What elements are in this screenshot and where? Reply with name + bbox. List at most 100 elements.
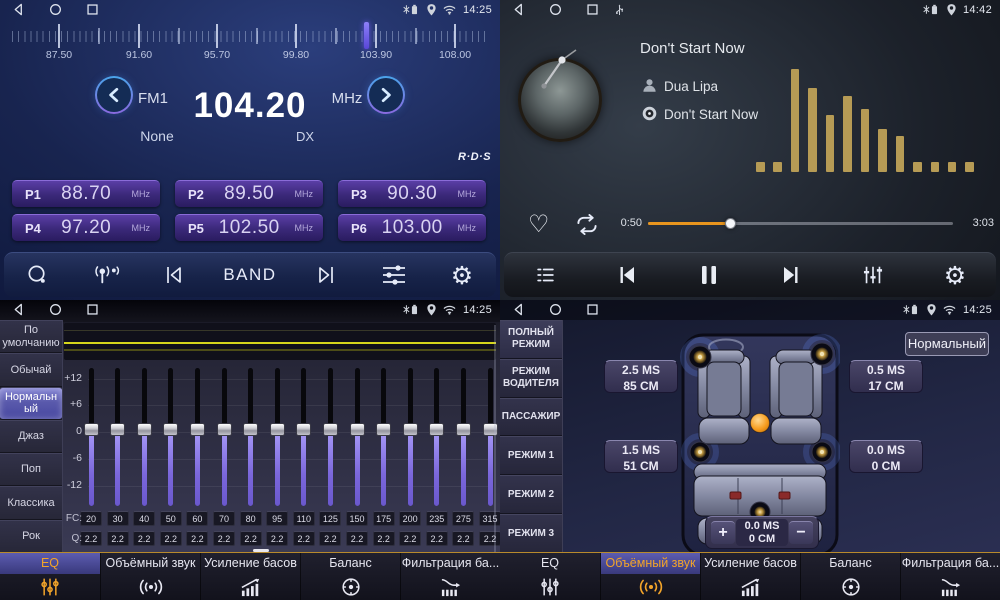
- slider-handle[interactable]: [163, 423, 178, 436]
- recents-button[interactable]: [586, 303, 599, 316]
- mode-2[interactable]: РЕЖИМ ВОДИТЕЛЯ: [500, 359, 562, 398]
- mode-1[interactable]: ПОЛНЫЙ РЕЖИМ: [500, 320, 562, 359]
- eq-band-slider-15[interactable]: [455, 366, 471, 508]
- decrease-delay-button[interactable]: −: [789, 521, 813, 544]
- slider-handle[interactable]: [217, 423, 232, 436]
- eq-band-slider-9[interactable]: [296, 366, 312, 508]
- radio-preset-P1[interactable]: P188.70MHz: [12, 180, 160, 207]
- settings-button[interactable]: ⚙: [937, 257, 973, 293]
- scan-button[interactable]: [20, 257, 56, 293]
- skip-next-icon: [779, 263, 803, 287]
- audio-settings-button[interactable]: [376, 257, 412, 293]
- tab-eq-sliders[interactable]: EQ: [500, 553, 600, 600]
- back-button[interactable]: [12, 3, 25, 16]
- delay-cm: 51 CM: [605, 458, 677, 474]
- back-button[interactable]: [512, 3, 525, 16]
- eq-sliders-icon: [861, 263, 885, 287]
- eq-band-slider-6[interactable]: [216, 366, 232, 508]
- delay-rear-left[interactable]: 1.5 MS 51 CM: [604, 440, 678, 473]
- next-station-button[interactable]: [308, 257, 344, 293]
- mode-3[interactable]: ПАССАЖИР: [500, 398, 562, 437]
- recents-button[interactable]: [86, 3, 99, 16]
- progress-track[interactable]: [648, 222, 953, 225]
- tab-balance[interactable]: Баланс: [300, 553, 400, 600]
- eq-band-slider-3[interactable]: [136, 366, 152, 508]
- mode-6[interactable]: РЕЖИМ 3: [500, 514, 562, 553]
- pause-button[interactable]: [691, 257, 727, 293]
- seek-up-button[interactable]: [367, 76, 405, 114]
- slider-handle[interactable]: [110, 423, 125, 436]
- broadcast-button[interactable]: [88, 257, 124, 293]
- equalizer-button[interactable]: [855, 257, 891, 293]
- tuning-scale[interactable]: [12, 24, 488, 48]
- tab-filter[interactable]: Фильтрация ба...: [900, 553, 1000, 600]
- radio-preset-P4[interactable]: P497.20MHz: [12, 214, 160, 241]
- eq-band-slider-14[interactable]: [429, 366, 445, 508]
- mode-5[interactable]: РЕЖИМ 2: [500, 475, 562, 514]
- eq-band-slider-13[interactable]: [402, 366, 418, 508]
- tuning-pointer[interactable]: [364, 22, 369, 49]
- tab-filter[interactable]: Фильтрация ба...: [400, 553, 500, 600]
- slider-handle[interactable]: [456, 423, 471, 436]
- radio-preset-P5[interactable]: P5102.50MHz: [175, 214, 323, 241]
- eq-band-slider-10[interactable]: [322, 366, 338, 508]
- eq-band-slider-12[interactable]: [376, 366, 392, 508]
- slider-handle[interactable]: [323, 423, 338, 436]
- slider-handle[interactable]: [429, 423, 444, 436]
- tab-balance[interactable]: Баланс: [800, 553, 900, 600]
- radio-preset-P2[interactable]: P289.50MHz: [175, 180, 323, 207]
- slider-handle[interactable]: [296, 423, 311, 436]
- increase-delay-button[interactable]: +: [711, 521, 735, 544]
- eq-band-slider-2[interactable]: [110, 366, 126, 508]
- eq-band-slider-4[interactable]: [163, 366, 179, 508]
- slider-handle[interactable]: [350, 423, 365, 436]
- radio-preset-P3[interactable]: P390.30MHz: [338, 180, 486, 207]
- eq-band-slider-1[interactable]: [83, 366, 99, 508]
- tab-surround-sound[interactable]: Объёмный звук: [600, 553, 700, 600]
- home-button[interactable]: [49, 3, 62, 16]
- surround-sound-screen: 14:25 ПОЛНЫЙ РЕЖИМРЕЖИМ ВОДИТЕЛЯПАССАЖИР…: [500, 300, 1000, 600]
- repeat-icon[interactable]: [572, 214, 602, 240]
- radio-preset-P6[interactable]: P6103.00MHz: [338, 214, 486, 241]
- band-fc-value: 50: [160, 511, 182, 526]
- slider-handle[interactable]: [376, 423, 391, 436]
- dx-mode-label[interactable]: DX: [285, 129, 325, 144]
- slider-handle[interactable]: [190, 423, 205, 436]
- slider-handle[interactable]: [84, 423, 99, 436]
- favorite-heart-icon[interactable]: ♡: [528, 210, 550, 238]
- band-button[interactable]: BAND: [223, 257, 276, 293]
- recents-button[interactable]: [586, 3, 599, 16]
- progress-thumb[interactable]: [725, 218, 736, 229]
- mode-4[interactable]: РЕЖИМ 1: [500, 436, 562, 475]
- slider-handle[interactable]: [270, 423, 285, 436]
- home-button[interactable]: [549, 3, 562, 16]
- back-button[interactable]: [512, 303, 525, 316]
- delay-front-left[interactable]: 2.5 MS 85 CM: [604, 360, 678, 393]
- tab-bass-boost[interactable]: Усиление басов: [200, 553, 300, 600]
- tab-surround-sound[interactable]: Объёмный звук: [100, 553, 200, 600]
- next-track-button[interactable]: [773, 257, 809, 293]
- eq-band-slider-11[interactable]: [349, 366, 365, 508]
- delay-front-right[interactable]: 0.5 MS 17 CM: [849, 360, 923, 393]
- profile-selector-button[interactable]: Нормальный: [905, 332, 989, 356]
- previous-track-button[interactable]: [609, 257, 645, 293]
- home-button[interactable]: [549, 303, 562, 316]
- playlist-button[interactable]: [527, 257, 563, 293]
- band-fc-value: 275: [452, 511, 474, 526]
- tab-bass-boost[interactable]: Усиление басов: [700, 553, 800, 600]
- tab-label: Объёмный звук: [601, 553, 700, 574]
- filter-icon: [440, 574, 462, 599]
- station-name: None: [128, 128, 186, 144]
- eq-band-slider-7[interactable]: [243, 366, 259, 508]
- tab-eq-sliders[interactable]: EQ: [0, 553, 100, 600]
- eq-band-slider-5[interactable]: [189, 366, 205, 508]
- slider-handle[interactable]: [243, 423, 258, 436]
- eq-band-slider-8[interactable]: [269, 366, 285, 508]
- sound-settings-tabs: EQОбъёмный звукУсиление басовБалансФильт…: [0, 552, 500, 600]
- slider-handle[interactable]: [403, 423, 418, 436]
- delay-rear-right[interactable]: 0.0 MS 0 CM: [849, 440, 923, 473]
- artist-name: Dua Lipa: [664, 79, 718, 94]
- slider-handle[interactable]: [137, 423, 152, 436]
- previous-station-button[interactable]: [156, 257, 192, 293]
- settings-button[interactable]: ⚙: [444, 257, 480, 293]
